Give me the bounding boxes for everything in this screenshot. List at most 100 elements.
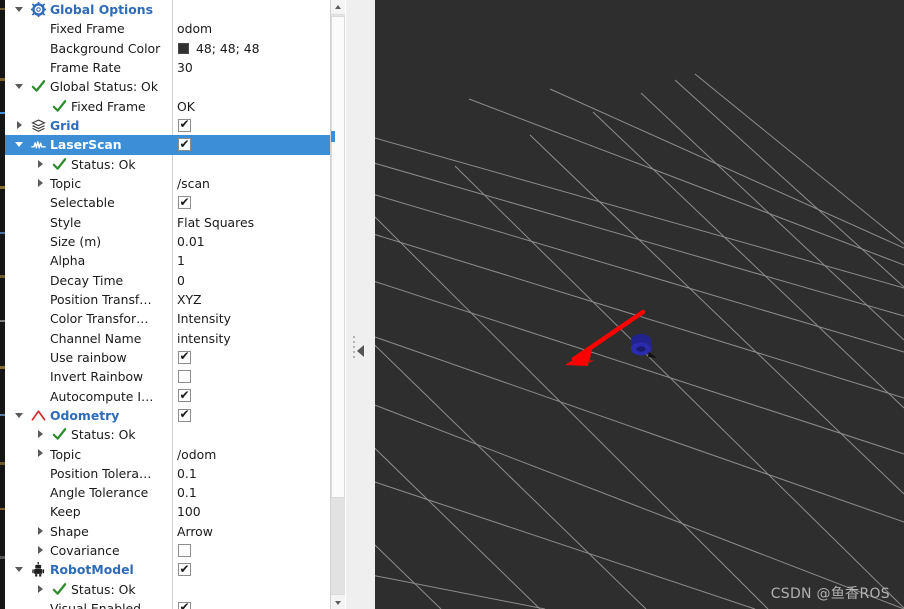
tree-row-value[interactable]: 48; 48; 48 [196, 41, 260, 56]
tree-row-label: Color Transfor… [50, 311, 148, 326]
3d-render-view[interactable]: CSDN @鱼香ROS [375, 0, 904, 609]
odometry-icon [31, 408, 46, 423]
tree-row-checkbox[interactable] [178, 196, 191, 209]
splitter-grip-icon[interactable] [353, 336, 356, 364]
tree-row-checkbox[interactable] [178, 370, 191, 383]
expander-closed-icon[interactable] [36, 546, 45, 555]
tree-row[interactable]: Decay Time0 [5, 270, 330, 289]
displays-tree-scrollbar[interactable] [330, 0, 345, 609]
tree-row-checkbox[interactable] [178, 119, 191, 132]
expander-closed-icon[interactable] [36, 430, 45, 439]
tree-row[interactable]: Position Tolera…0.1 [5, 464, 330, 483]
expander-open-icon[interactable] [15, 82, 24, 91]
expander-open-icon[interactable] [15, 411, 24, 420]
tree-row[interactable]: Fixed FrameOK [5, 97, 330, 116]
tree-row[interactable]: Topic/scan [5, 174, 330, 193]
column-divider [172, 599, 173, 609]
column-divider [172, 290, 173, 309]
tree-row[interactable]: Alpha1 [5, 251, 330, 270]
tree-row-label: Topic [50, 447, 81, 462]
status-ok-check-icon [52, 427, 67, 442]
expander-closed-icon[interactable] [36, 527, 45, 536]
scrollbar-track[interactable] [331, 15, 345, 594]
tree-row[interactable]: Invert Rainbow [5, 367, 330, 386]
tree-row-label: Invert Rainbow [50, 369, 143, 384]
tree-row-value[interactable]: intensity [177, 331, 231, 346]
tree-row-value[interactable]: 1 [177, 253, 185, 268]
tree-row-value[interactable]: odom [177, 21, 212, 36]
tree-row[interactable]: RobotModel [5, 560, 330, 579]
tree-row[interactable]: Status: Ok [5, 425, 330, 444]
tree-row-label: Status: Ok [71, 582, 136, 597]
expander-closed-icon[interactable] [36, 585, 45, 594]
tree-row[interactable]: LaserScan [5, 135, 330, 154]
viewport-background [375, 0, 904, 609]
tree-row[interactable]: Fixed Frameodom [5, 19, 330, 38]
displays-tree[interactable]: Global OptionsFixed FrameodomBackground … [5, 0, 330, 609]
tree-row-value[interactable]: /scan [177, 176, 210, 191]
tree-row[interactable]: Size (m)0.01 [5, 232, 330, 251]
tree-row-value[interactable]: /odom [177, 447, 216, 462]
tree-row[interactable]: Selectable [5, 193, 330, 212]
scroll-down-arrow-icon[interactable] [331, 594, 345, 609]
tree-row[interactable]: Grid [5, 116, 330, 135]
tree-row[interactable]: Odometry [5, 406, 330, 425]
tree-row-value[interactable]: XYZ [177, 292, 202, 307]
expander-closed-icon[interactable] [36, 179, 45, 188]
tree-row-value[interactable]: 0.1 [177, 466, 197, 481]
tree-row-checkbox[interactable] [178, 351, 191, 364]
tree-row[interactable]: StyleFlat Squares [5, 213, 330, 232]
tree-row[interactable]: Autocompute I… [5, 386, 330, 405]
expander-closed-icon[interactable] [36, 449, 45, 458]
expander-open-icon[interactable] [15, 565, 24, 574]
expander-open-icon[interactable] [15, 140, 24, 149]
expander-closed-icon[interactable] [15, 121, 24, 130]
tree-row[interactable]: ShapeArrow [5, 522, 330, 541]
tree-row[interactable]: Color Transfor… Intensity [5, 309, 330, 328]
tree-row[interactable]: Global Options [5, 0, 330, 19]
tree-row-value[interactable]: Arrow [177, 524, 213, 539]
tree-row[interactable]: Topic/odom [5, 444, 330, 463]
tree-row-value[interactable]: 100 [177, 504, 201, 519]
tree-row[interactable]: Covariance [5, 541, 330, 560]
tree-row-checkbox[interactable] [178, 138, 191, 151]
tree-row[interactable]: Angle Tolerance 0.1 [5, 483, 330, 502]
tree-row-label: Angle Tolerance [50, 485, 148, 500]
tree-row-checkbox[interactable] [178, 389, 191, 402]
tree-row-checkbox[interactable] [178, 602, 191, 609]
grid-and-robot-scene [375, 0, 904, 609]
tree-row[interactable]: Channel Nameintensity [5, 328, 330, 347]
scroll-up-arrow-icon[interactable] [331, 0, 345, 15]
column-divider [172, 425, 173, 444]
tree-row-value[interactable]: 0 [177, 273, 185, 288]
tree-row-value[interactable]: Flat Squares [177, 215, 254, 230]
tree-row-checkbox[interactable] [178, 544, 191, 557]
tree-row-value[interactable]: Intensity [177, 311, 231, 326]
panel-splitter[interactable] [346, 0, 375, 609]
tree-row-value[interactable]: OK [177, 99, 195, 114]
tree-row-checkbox[interactable] [178, 563, 191, 576]
tree-row[interactable]: Position Transf…XYZ [5, 290, 330, 309]
tree-row[interactable]: Use rainbow [5, 348, 330, 367]
tree-row-value[interactable]: 0.1 [177, 485, 197, 500]
collapse-panel-arrow-icon[interactable] [357, 345, 364, 357]
tree-row[interactable]: Visual Enabled [5, 599, 330, 609]
tree-row-label: Odometry [50, 408, 119, 423]
tree-row[interactable]: Frame Rate30 [5, 58, 330, 77]
tree-row[interactable]: Status: Ok [5, 155, 330, 174]
expander-open-icon[interactable] [15, 5, 24, 14]
column-divider [172, 270, 173, 289]
tree-row-value[interactable]: 0.01 [177, 234, 205, 249]
column-divider [172, 541, 173, 560]
tree-row[interactable]: Status: Ok [5, 580, 330, 599]
scrollbar-thumb[interactable] [331, 16, 345, 498]
expander-closed-icon[interactable] [36, 160, 45, 169]
background-color-swatch[interactable] [178, 43, 189, 54]
tree-row-label: Selectable [50, 195, 115, 210]
tree-row[interactable]: Global Status: Ok [5, 77, 330, 96]
column-divider [172, 560, 173, 579]
tree-row[interactable]: Background Color48; 48; 48 [5, 39, 330, 58]
tree-row-checkbox[interactable] [178, 409, 191, 422]
tree-row[interactable]: Keep100 [5, 502, 330, 521]
tree-row-value[interactable]: 30 [177, 60, 193, 75]
